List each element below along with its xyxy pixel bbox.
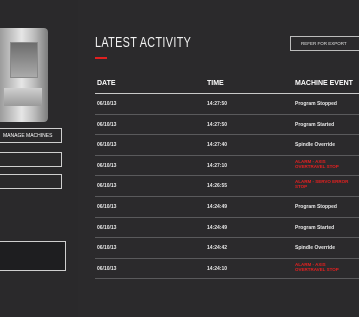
cell-event-alarm: ALARM - SERVO ERROR STOP — [295, 179, 349, 190]
cell-date: 06/10/13 — [97, 101, 117, 107]
cell-event: Spindle Override — [295, 245, 336, 252]
cell-event-alarm: ALARM - AXIS OVERTRAVEL STOP — [295, 158, 339, 169]
table-row[interactable]: 06/10/13 14:27:40 Spindle Override — [95, 135, 359, 156]
left-action-button[interactable] — [0, 241, 66, 271]
cell-date: 06/10/13 — [97, 245, 117, 252]
cell-time: 14:24:49 — [207, 224, 228, 231]
table-row[interactable]: 06/10/13 14:27:10 ALARM - AXIS OVERTRAVEL … — [95, 156, 359, 177]
cell-event: Program Started — [295, 121, 335, 128]
table-row[interactable]: 06/10/13 14:27:50 Program Started — [95, 115, 359, 136]
cell-event: Spindle Override — [295, 142, 336, 149]
cell-time: 14:24:10 — [207, 265, 228, 272]
cell-date: 06/10/13 — [97, 121, 117, 128]
left-panel: MANAGE MACHINES — [0, 0, 78, 317]
cell-event: Program Stopped — [295, 101, 337, 107]
table-row[interactable]: 06/10/13 14:24:42 Spindle Override — [95, 238, 359, 259]
export-button[interactable]: REFER FOR EXPORT — [290, 36, 359, 51]
cell-event: Program Started — [295, 224, 335, 231]
column-header-time[interactable]: TIME — [207, 80, 224, 87]
column-header-date[interactable]: DATE — [97, 80, 116, 87]
cell-time: 14:27:10 — [207, 162, 228, 169]
cell-date: 06/10/13 — [97, 183, 117, 190]
cell-event: Program Stopped — [295, 203, 337, 210]
cell-date: 06/10/13 — [97, 265, 117, 272]
cell-date: 06/10/13 — [97, 162, 117, 169]
cell-date: 06/10/13 — [97, 203, 117, 210]
table-header: DATE TIME MACHINE EVENT — [95, 74, 359, 94]
cell-time: 14:24:42 — [207, 245, 228, 252]
cell-time: 14:26:55 — [207, 183, 228, 190]
cell-time: 14:27:50 — [207, 121, 228, 128]
page-title: LATEST ACTIVITY — [95, 34, 192, 51]
column-header-event[interactable]: MACHINE EVENT — [295, 80, 353, 87]
cell-event-alarm: ALARM - AXIS OVERTRAVEL STOP — [295, 261, 339, 272]
cell-date: 06/10/13 — [97, 224, 117, 231]
cell-time: 14:24:49 — [207, 203, 228, 210]
machine-image — [0, 28, 48, 122]
cell-date: 06/10/13 — [97, 142, 117, 149]
cell-time: 14:27:50 — [207, 101, 228, 107]
title-accent-bar — [95, 57, 107, 59]
table-row[interactable]: 06/10/13 14:24:10 ALARM - AXIS OVERTRAVEL … — [95, 259, 359, 280]
table-row[interactable]: 06/10/13 14:26:55 ALARM - SERVO ERROR STOP — [95, 176, 359, 197]
left-field-2[interactable] — [0, 152, 62, 167]
table-row[interactable]: 06/10/13 14:24:49 Program Started — [95, 218, 359, 239]
table-row[interactable]: 06/10/13 14:27:50 Program Stopped — [95, 94, 359, 115]
cell-time: 14:27:40 — [207, 142, 228, 149]
table-row[interactable]: 06/10/13 14:24:49 Program Stopped — [95, 197, 359, 218]
activity-table: DATE TIME MACHINE EVENT 06/10/13 14:27:50… — [95, 74, 359, 280]
left-field-3[interactable] — [0, 174, 62, 189]
left-field-1[interactable]: MANAGE MACHINES — [0, 128, 62, 143]
